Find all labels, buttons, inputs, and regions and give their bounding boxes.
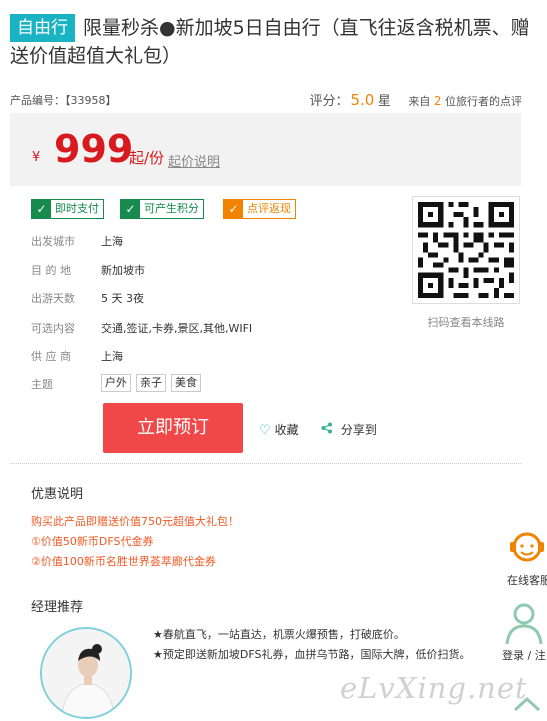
qr-code-icon bbox=[413, 197, 519, 303]
qr-code bbox=[412, 196, 520, 304]
book-now-button[interactable]: 立即预订 bbox=[103, 403, 243, 453]
price-unit: 起/份 bbox=[129, 149, 165, 167]
manager-avatar bbox=[40, 627, 132, 719]
review-count[interactable]: 2 bbox=[434, 94, 442, 108]
rating-score: 5.0 bbox=[350, 91, 375, 109]
theme-tag[interactable]: 美食 bbox=[171, 374, 201, 392]
section-divider bbox=[10, 463, 521, 464]
promo-title: 优惠说明 bbox=[31, 487, 84, 502]
theme-tag[interactable]: 户外 bbox=[101, 374, 131, 392]
price-currency: ¥ bbox=[32, 150, 41, 165]
online-service-button[interactable]: 在线客服 bbox=[507, 527, 547, 587]
badge-instant-pay: ✓ 即时支付 bbox=[31, 199, 104, 219]
share-button[interactable]: 分享到 bbox=[321, 421, 377, 438]
product-title: 限量秒杀●新加坡5日自由行（直飞往返含税机票、赠送价值超值大礼包） bbox=[10, 17, 530, 67]
favorite-button[interactable]: ♡ 收藏 bbox=[259, 421, 299, 438]
review-prefix: 来自 bbox=[408, 95, 431, 108]
promo-line: ①价值50新币DFS代金券 bbox=[31, 535, 154, 548]
login-label: 登录 / 注 bbox=[502, 649, 546, 662]
heart-icon: ♡ bbox=[259, 423, 271, 438]
price-note-link[interactable]: 起价说明 bbox=[168, 151, 220, 170]
site-watermark: eLvXing.net bbox=[340, 671, 528, 705]
login-button[interactable]: 登录 / 注 bbox=[501, 601, 547, 662]
customer-service-icon bbox=[510, 532, 544, 562]
user-icon bbox=[505, 603, 543, 645]
check-icon: ✓ bbox=[224, 200, 243, 218]
share-icon bbox=[321, 422, 337, 437]
price-box: ¥ 999 起/份 起价说明 bbox=[10, 113, 521, 186]
product-title-row: 自由行 限量秒杀●新加坡5日自由行（直飞往返含税机票、赠送价值超值大礼包） bbox=[10, 14, 530, 70]
manager-point: ★春航直飞，一站直达，机票火爆预售，打破底价。 bbox=[153, 628, 405, 641]
product-code: 产品编号：【33958】 bbox=[10, 94, 117, 107]
theme-tags: 户外 亲子 美食 bbox=[101, 374, 206, 392]
check-icon: ✓ bbox=[32, 200, 51, 218]
online-service-label: 在线客服 bbox=[507, 574, 547, 587]
badge-review-cashback: ✓ 点评返现 bbox=[223, 199, 296, 219]
rating-label: 评分： bbox=[309, 94, 349, 109]
promo-line: 购买此产品即赠送价值750元超值大礼包！ bbox=[31, 515, 239, 528]
theme-tag[interactable]: 亲子 bbox=[136, 374, 166, 392]
price-amount: 999 bbox=[54, 127, 134, 171]
promo-line: ②价值100新币名胜世界荟萃廊代金券 bbox=[31, 555, 216, 568]
manager-title: 经理推荐 bbox=[31, 600, 84, 615]
qr-caption: 扫码查看本线路 bbox=[427, 316, 505, 329]
review-suffix: 位旅行者的点评 bbox=[445, 95, 522, 108]
product-type-tag: 自由行 bbox=[10, 14, 75, 42]
rating-star-label: 星 bbox=[377, 94, 391, 109]
check-icon: ✓ bbox=[121, 200, 140, 218]
rating-summary: 评分： 5.0 星 来自 2 位旅行者的点评 bbox=[309, 90, 522, 109]
manager-point: ★预定即送新加坡DFS礼券，血拼乌节路，国际大牌，低价扫货。 bbox=[153, 648, 471, 661]
manager-photo bbox=[42, 629, 130, 717]
badge-points: ✓ 可产生积分 bbox=[120, 199, 204, 219]
